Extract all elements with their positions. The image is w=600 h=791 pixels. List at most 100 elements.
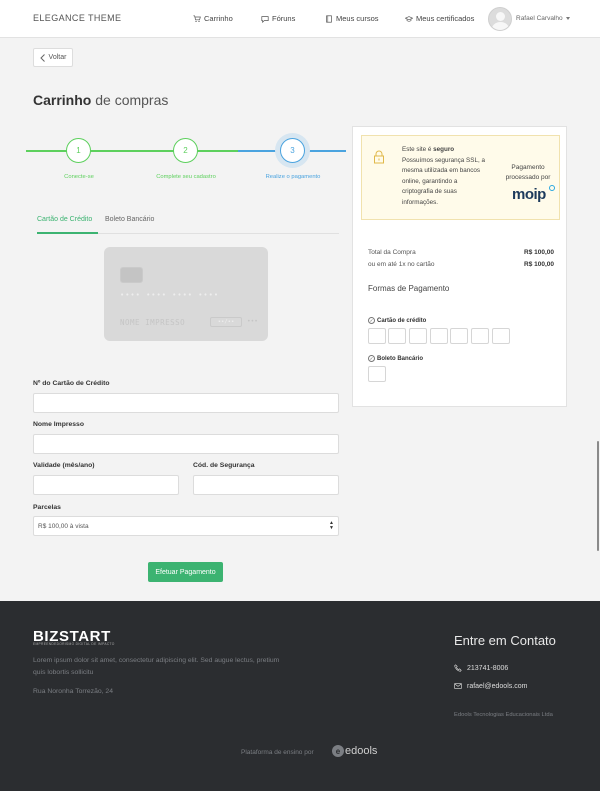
- secure-rest: Possuímos segurança SSL, a mesma utiliza…: [402, 156, 485, 206]
- card-brand-icon: [450, 328, 468, 344]
- tab-credit-card[interactable]: Cartão de Crédito: [37, 216, 92, 223]
- processed-by-label: Pagamento processado por: [505, 164, 551, 181]
- card-preview-cvv: •••: [247, 318, 258, 325]
- secure-prefix: Este site é: [402, 146, 434, 153]
- bizstart-tagline: EMPREENDEDORISMO DIGITAL DE IMPACTO: [33, 642, 115, 646]
- check-circle-icon: ✓: [368, 317, 375, 324]
- step-2-circle: 2: [173, 138, 198, 163]
- card-number-label: Nº do Cartão de Crédito: [33, 380, 110, 387]
- nav-my-courses-label: Meus cursos: [336, 14, 379, 23]
- installments-label: Parcelas: [33, 504, 61, 511]
- contact-email[interactable]: rafael@edools.com: [454, 682, 527, 690]
- top-navbar: ELEGANCE THEME Carrinho Fóruns Meus curs…: [0, 0, 600, 38]
- card-preview-number: •••• •••• •••• ••••: [120, 291, 220, 299]
- payment-methods-title: Formas de Pagamento: [368, 284, 450, 293]
- card-preview-expiry: ••/••: [210, 317, 242, 327]
- card-brand-icon: [492, 328, 510, 344]
- security-code-input[interactable]: [193, 475, 339, 495]
- boleto-icon: [368, 366, 386, 382]
- nav-forums[interactable]: Fóruns: [261, 14, 295, 23]
- nav-forums-label: Fóruns: [272, 14, 296, 23]
- graduation-cap-icon: [405, 15, 413, 22]
- submit-payment-button[interactable]: Efetuar Pagamento: [148, 562, 223, 582]
- user-menu[interactable]: Rafael Carvalho: [516, 15, 570, 22]
- total-row: Total da Compra R$ 100,00: [368, 249, 554, 256]
- edools-logo[interactable]: e edools: [332, 745, 377, 757]
- nav-cart-label: Carrinho: [204, 14, 233, 23]
- nav-cart[interactable]: Carrinho: [193, 14, 233, 23]
- footer: BIZSTART EMPREENDEDORISMO DIGITAL DE IMP…: [0, 601, 600, 791]
- page-title: Carrinho de compras: [33, 92, 168, 108]
- nav-my-certificates[interactable]: Meus certificados: [405, 14, 474, 23]
- chevron-down-icon: [565, 16, 570, 20]
- nav-my-certificates-label: Meus certificados: [416, 14, 475, 23]
- check-circle-icon: ✓: [368, 355, 375, 362]
- method-boleto-label: Boleto Bancário: [377, 355, 424, 362]
- contact-phone[interactable]: 213741-8006: [454, 664, 508, 672]
- back-button[interactable]: Voltar: [33, 48, 73, 67]
- chat-bubble-icon: [261, 15, 269, 23]
- installment-label: ou em até 1x no cartão: [368, 261, 435, 268]
- contact-title: Entre em Contato: [454, 633, 556, 648]
- method-boleto: ✓ Boleto Bancário: [368, 355, 423, 362]
- page-scrollbar[interactable]: [597, 441, 599, 551]
- order-summary-panel: Este site é seguro Possuímos segurança SS…: [352, 126, 567, 407]
- total-value: R$ 100,00: [524, 249, 554, 256]
- edools-logo-mark: e: [332, 745, 344, 757]
- moip-logo-mark: [549, 185, 555, 191]
- book-icon: [326, 14, 332, 23]
- avatar[interactable]: [488, 7, 512, 31]
- footer-description: Lorem ipsum dolor sit amet, consectetur …: [33, 657, 280, 676]
- contact-phone-value: 213741-8006: [467, 664, 509, 672]
- name-input[interactable]: [33, 434, 339, 454]
- nav-my-courses[interactable]: Meus cursos: [325, 14, 379, 23]
- step-3-circle: 3: [280, 138, 305, 163]
- total-label: Total da Compra: [368, 249, 416, 256]
- validity-label: Validade (mês/ano): [33, 462, 95, 469]
- step-2-label: Complete seu cadastro: [156, 174, 216, 180]
- edools-logo-text: edools: [345, 745, 378, 757]
- page-title-bold: Carrinho: [33, 92, 92, 108]
- envelope-icon: [454, 683, 462, 689]
- moip-logo: moip: [512, 186, 546, 203]
- tab-boleto[interactable]: Boleto Bancário: [105, 216, 154, 223]
- method-credit-card-label: Cartão de crédito: [377, 317, 427, 324]
- cart-icon: [193, 14, 201, 22]
- select-arrows-icon: ▲ ▼: [329, 520, 334, 531]
- secure-bold: seguro: [433, 146, 455, 153]
- installments-select[interactable]: R$ 100,00 à vista ▲ ▼: [33, 516, 339, 536]
- card-chip-icon: [120, 267, 143, 283]
- security-text: Este site é seguro Possuímos segurança SS…: [402, 145, 490, 209]
- installments-value: R$ 100,00 à vista: [38, 523, 89, 530]
- active-tab-indicator: [37, 232, 98, 234]
- phone-icon: [454, 664, 462, 672]
- page-title-rest: de compras: [95, 92, 169, 108]
- name-label: Nome Impresso: [33, 421, 84, 428]
- contact-email-value: rafael@edools.com: [467, 682, 528, 690]
- card-brand-icon: [368, 328, 386, 344]
- chevron-left-icon: [39, 53, 45, 62]
- back-label: Voltar: [48, 54, 67, 61]
- footer-company: Edools Tecnologias Educacionais Ltda: [454, 712, 553, 718]
- card-brand-icon: [471, 328, 489, 344]
- security-code-label: Cód. de Segurança: [193, 462, 255, 469]
- platform-text: Plataforma de ensino por: [241, 749, 314, 756]
- step-1-label: Conecte-se: [64, 174, 94, 180]
- step-line-done: [26, 150, 238, 152]
- user-name: Rafael Carvalho: [516, 15, 563, 22]
- lock-icon: [374, 150, 384, 164]
- installment-row: ou em até 1x no cartão R$ 100,00: [368, 261, 554, 268]
- credit-card-preview: •••• •••• •••• •••• NOME IMPRESSO ••/•• …: [104, 247, 268, 341]
- step-1-circle: 1: [66, 138, 91, 163]
- validity-input[interactable]: [33, 475, 179, 495]
- card-preview-name: NOME IMPRESSO: [120, 318, 186, 327]
- method-credit-card: ✓ Cartão de crédito: [368, 317, 426, 324]
- installment-value: R$ 100,00: [524, 261, 554, 268]
- step-3-label: Realize o pagamento: [265, 174, 321, 180]
- footer-address: Rua Noronha Torrezão, 24: [33, 688, 113, 695]
- card-brand-icon: [388, 328, 406, 344]
- security-notice: Este site é seguro Possuímos segurança SS…: [361, 135, 560, 220]
- brand-logo[interactable]: ELEGANCE THEME: [33, 13, 121, 23]
- card-brand-icon: [409, 328, 427, 344]
- card-number-input[interactable]: [33, 393, 339, 413]
